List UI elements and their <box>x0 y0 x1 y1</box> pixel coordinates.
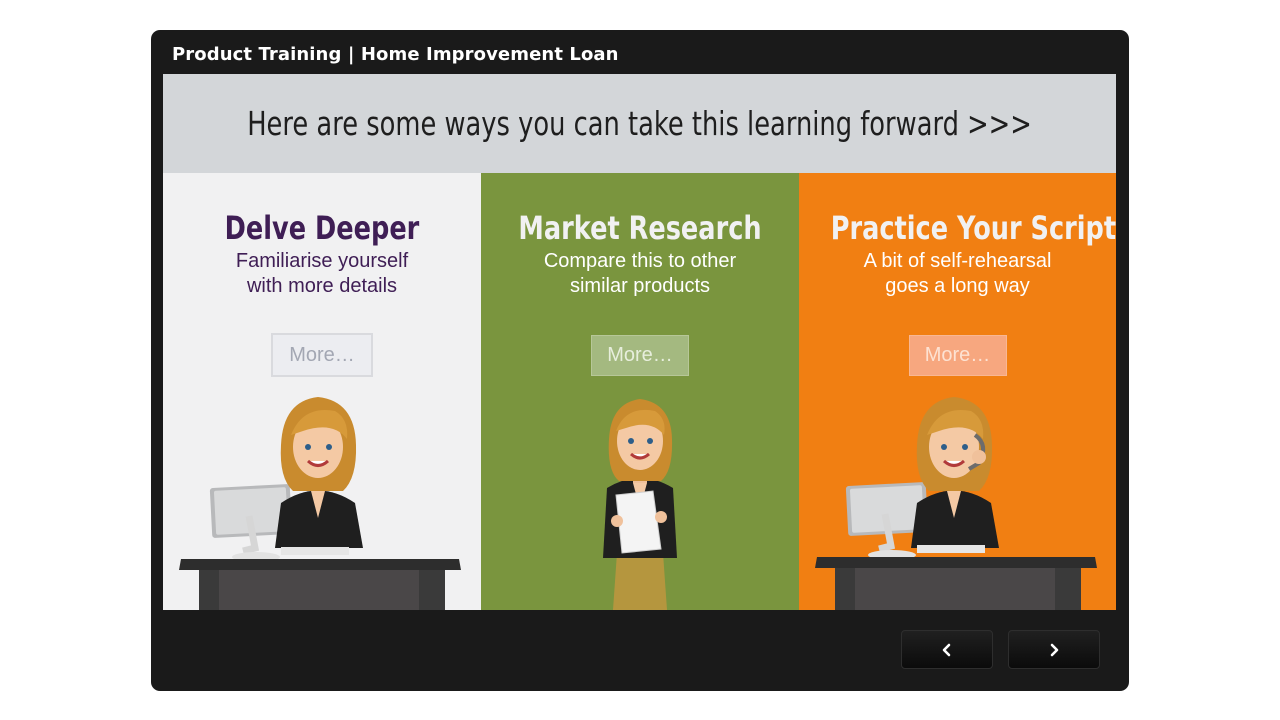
chevron-left-icon <box>942 643 951 656</box>
panel-subtitle-line: with more details <box>246 275 398 297</box>
course-title: Product Training | Home Improvement Loan <box>172 44 619 65</box>
panel-subtitle-line: goes a long way <box>885 275 1030 297</box>
more-button-practice-script[interactable]: More… <box>908 335 1007 376</box>
next-button[interactable] <box>1008 630 1100 669</box>
slide-heading: Here are some ways you can take this lea… <box>247 104 1032 143</box>
more-button-market-research[interactable]: More… <box>591 335 689 376</box>
panel-practice-script: Practice Your Script A bit of self-rehea… <box>799 173 1116 610</box>
panel-subtitle: Familiarise yourself with more details <box>163 249 481 299</box>
course-player: Product Training | Home Improvement Loan… <box>151 30 1129 691</box>
panel-subtitle-line: Familiarise yourself <box>235 250 409 272</box>
previous-button[interactable] <box>901 630 993 669</box>
panel-market-research: Market Research Compare this to other si… <box>481 173 799 610</box>
slide-content: Here are some ways you can take this lea… <box>163 74 1116 610</box>
more-button-delve-deeper[interactable]: More… <box>271 333 373 377</box>
panel-subtitle-line: Compare this to other <box>543 250 737 272</box>
panel-subtitle: A bit of self-rehearsal goes a long way <box>799 249 1116 299</box>
panel-delve-deeper: Delve Deeper Familiarise yourself with m… <box>163 173 481 610</box>
panel-title: Practice Your Script <box>830 209 1116 247</box>
chevron-right-icon <box>1050 643 1059 656</box>
panel-subtitle-line: similar products <box>569 275 711 297</box>
panel-title: Delve Deeper <box>224 209 420 247</box>
panel-subtitle-line: A bit of self-rehearsal <box>863 250 1052 272</box>
panel-title: Market Research <box>518 209 762 247</box>
panel-subtitle: Compare this to other similar products <box>481 249 799 299</box>
